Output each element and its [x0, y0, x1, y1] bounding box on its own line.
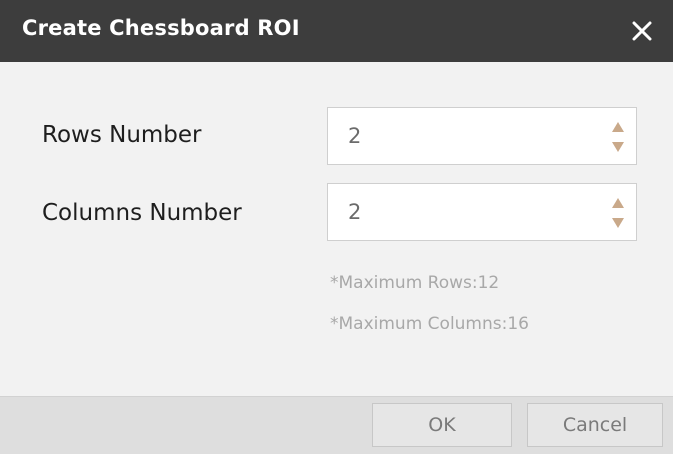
create-chessboard-roi-dialog: Create Chessboard ROI Rows Number Colu: [0, 0, 673, 454]
cancel-button[interactable]: Cancel: [527, 403, 663, 447]
columns-number-spinbox[interactable]: [327, 183, 637, 241]
columns-number-input[interactable]: [328, 184, 598, 240]
arrow-up-icon: [612, 198, 624, 208]
arrow-down-icon: [612, 142, 624, 152]
close-icon: [632, 21, 652, 41]
close-button[interactable]: [625, 14, 659, 48]
dialog-footer: OK Cancel: [0, 396, 673, 454]
rows-decrement-button[interactable]: [608, 139, 628, 153]
rows-increment-button[interactable]: [608, 119, 628, 133]
rows-number-label: Rows Number: [42, 122, 202, 148]
columns-decrement-button[interactable]: [608, 215, 628, 229]
columns-number-label: Columns Number: [42, 200, 242, 226]
dialog-titlebar: Create Chessboard ROI: [0, 0, 673, 62]
columns-increment-button[interactable]: [608, 195, 628, 209]
arrow-up-icon: [612, 122, 624, 132]
rows-number-input[interactable]: [328, 108, 598, 164]
max-rows-hint: *Maximum Rows:12: [330, 273, 500, 293]
dialog-title: Create Chessboard ROI: [22, 16, 300, 40]
max-columns-hint: *Maximum Columns:16: [330, 314, 529, 334]
rows-number-spinbox[interactable]: [327, 107, 637, 165]
arrow-down-icon: [612, 218, 624, 228]
dialog-body: Rows Number Columns Number: [0, 62, 673, 396]
ok-button[interactable]: OK: [372, 403, 512, 447]
